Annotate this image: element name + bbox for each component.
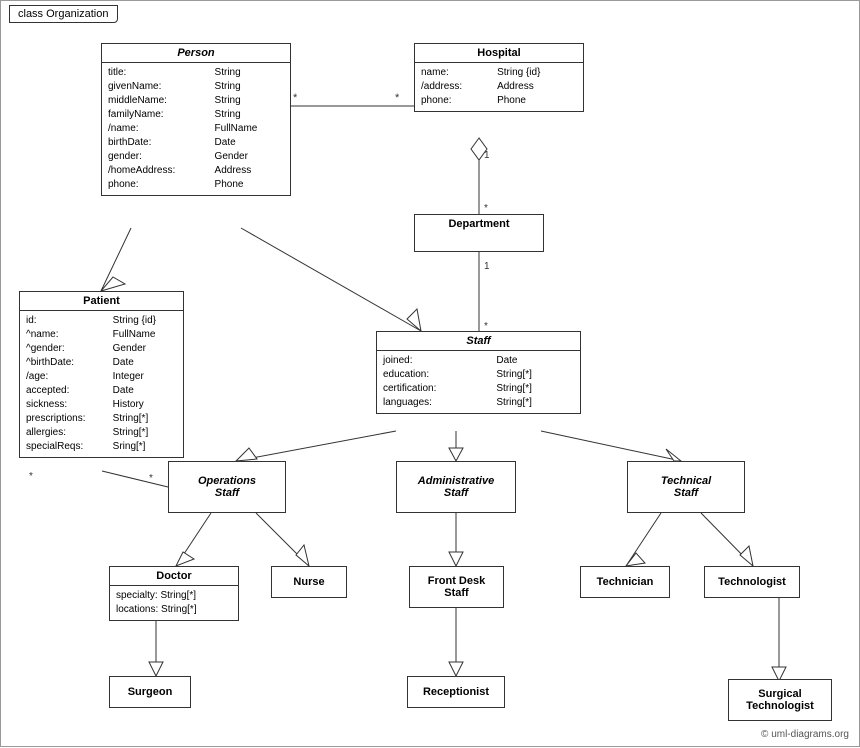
svg-text:*: * bbox=[395, 92, 400, 104]
hospital-title: Hospital bbox=[415, 44, 583, 63]
diagram-container: class Organization * * 1 * 1 * * * bbox=[0, 0, 860, 747]
technician-box: Technician bbox=[580, 566, 670, 598]
technical-staff-box: TechnicalStaff bbox=[627, 461, 745, 513]
staff-title: Staff bbox=[377, 332, 580, 351]
copyright: © uml-diagrams.org bbox=[761, 729, 849, 740]
technologist-title: Technologist bbox=[705, 573, 799, 591]
operations-staff-box: OperationsStaff bbox=[168, 461, 286, 513]
nurse-title: Nurse bbox=[272, 573, 346, 591]
person-title: Person bbox=[102, 44, 290, 63]
patient-box: Patient id:String {id} ^name:FullName ^g… bbox=[19, 291, 184, 458]
doctor-box: Doctor specialty: String[*] locations: S… bbox=[109, 566, 239, 621]
surgeon-title: Surgeon bbox=[110, 683, 190, 701]
receptionist-title: Receptionist bbox=[408, 683, 504, 701]
technical-staff-title: TechnicalStaff bbox=[628, 473, 744, 501]
technician-title: Technician bbox=[581, 573, 669, 591]
hospital-body: name:String {id} /address:Address phone:… bbox=[415, 63, 583, 111]
front-desk-staff-box: Front DeskStaff bbox=[409, 566, 504, 608]
svg-text:*: * bbox=[484, 203, 488, 214]
doctor-body: specialty: String[*] locations: String[*… bbox=[110, 586, 238, 620]
receptionist-box: Receptionist bbox=[407, 676, 505, 708]
patient-body: id:String {id} ^name:FullName ^gender:Ge… bbox=[20, 311, 183, 457]
staff-body: joined:Date education:String[*] certific… bbox=[377, 351, 580, 413]
department-title: Department bbox=[415, 215, 543, 233]
diagram-title: class Organization bbox=[9, 5, 118, 23]
svg-text:*: * bbox=[149, 473, 153, 484]
operations-staff-title: OperationsStaff bbox=[169, 473, 285, 501]
nurse-box: Nurse bbox=[271, 566, 347, 598]
surgical-technologist-box: SurgicalTechnologist bbox=[728, 679, 832, 721]
administrative-staff-box: AdministrativeStaff bbox=[396, 461, 516, 513]
surgical-technologist-title: SurgicalTechnologist bbox=[729, 686, 831, 714]
front-desk-staff-title: Front DeskStaff bbox=[410, 573, 503, 601]
svg-text:*: * bbox=[29, 471, 33, 482]
svg-text:1: 1 bbox=[484, 150, 490, 161]
person-box: Person title:String givenName:String mid… bbox=[101, 43, 291, 196]
doctor-title: Doctor bbox=[110, 567, 238, 586]
department-box: Department bbox=[414, 214, 544, 252]
person-body: title:String givenName:String middleName… bbox=[102, 63, 290, 195]
svg-text:1: 1 bbox=[484, 261, 490, 272]
svg-text:*: * bbox=[293, 92, 298, 104]
staff-box: Staff joined:Date education:String[*] ce… bbox=[376, 331, 581, 414]
patient-title: Patient bbox=[20, 292, 183, 311]
hospital-box: Hospital name:String {id} /address:Addre… bbox=[414, 43, 584, 112]
technologist-box: Technologist bbox=[704, 566, 800, 598]
surgeon-box: Surgeon bbox=[109, 676, 191, 708]
administrative-staff-title: AdministrativeStaff bbox=[397, 473, 515, 501]
